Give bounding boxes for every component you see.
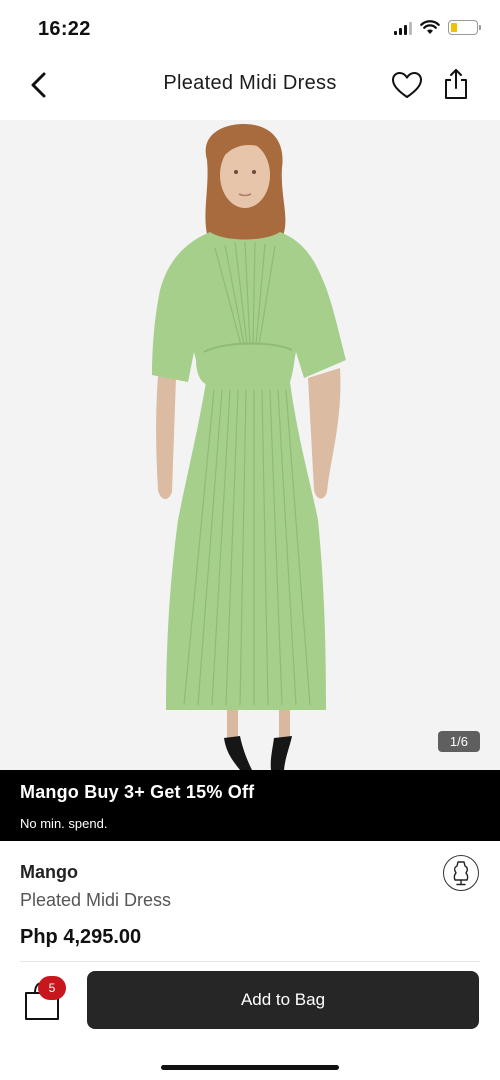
nav-bar: Pleated Midi Dress	[0, 56, 500, 120]
size-guide-button[interactable]	[443, 855, 479, 891]
promo-banner[interactable]: Mango Buy 3+ Get 15% Off No min. spend.	[0, 770, 500, 841]
bag-count-badge: 5	[38, 976, 66, 1000]
divider	[20, 961, 480, 962]
product-image-gallery[interactable]: 1/6	[0, 120, 500, 770]
product-photo	[152, 124, 346, 770]
battery-icon	[448, 20, 481, 35]
promo-subtitle: No min. spend.	[20, 816, 108, 831]
signal-icon	[394, 21, 412, 35]
status-time: 16:22	[38, 18, 91, 40]
image-page-counter: 1/6	[437, 731, 480, 752]
product-name: Pleated Midi Dress	[20, 890, 172, 910]
share-icon	[445, 69, 467, 99]
heart-icon	[392, 72, 422, 98]
status-bar: 16:22	[0, 0, 500, 56]
page-title: Pleated Midi Dress	[163, 72, 337, 94]
home-indicator	[161, 1065, 339, 1070]
promo-title: Mango Buy 3+ Get 15% Off	[20, 782, 255, 802]
product-brand: Mango	[20, 862, 78, 882]
product-price: Php 4,295.00	[20, 926, 142, 948]
wifi-icon	[420, 20, 440, 34]
status-icons	[394, 20, 481, 35]
share-button[interactable]	[439, 66, 473, 102]
wishlist-button[interactable]	[389, 68, 425, 102]
dress-form-icon	[453, 861, 469, 886]
add-to-bag-button[interactable]: Add to Bag	[87, 971, 479, 1029]
